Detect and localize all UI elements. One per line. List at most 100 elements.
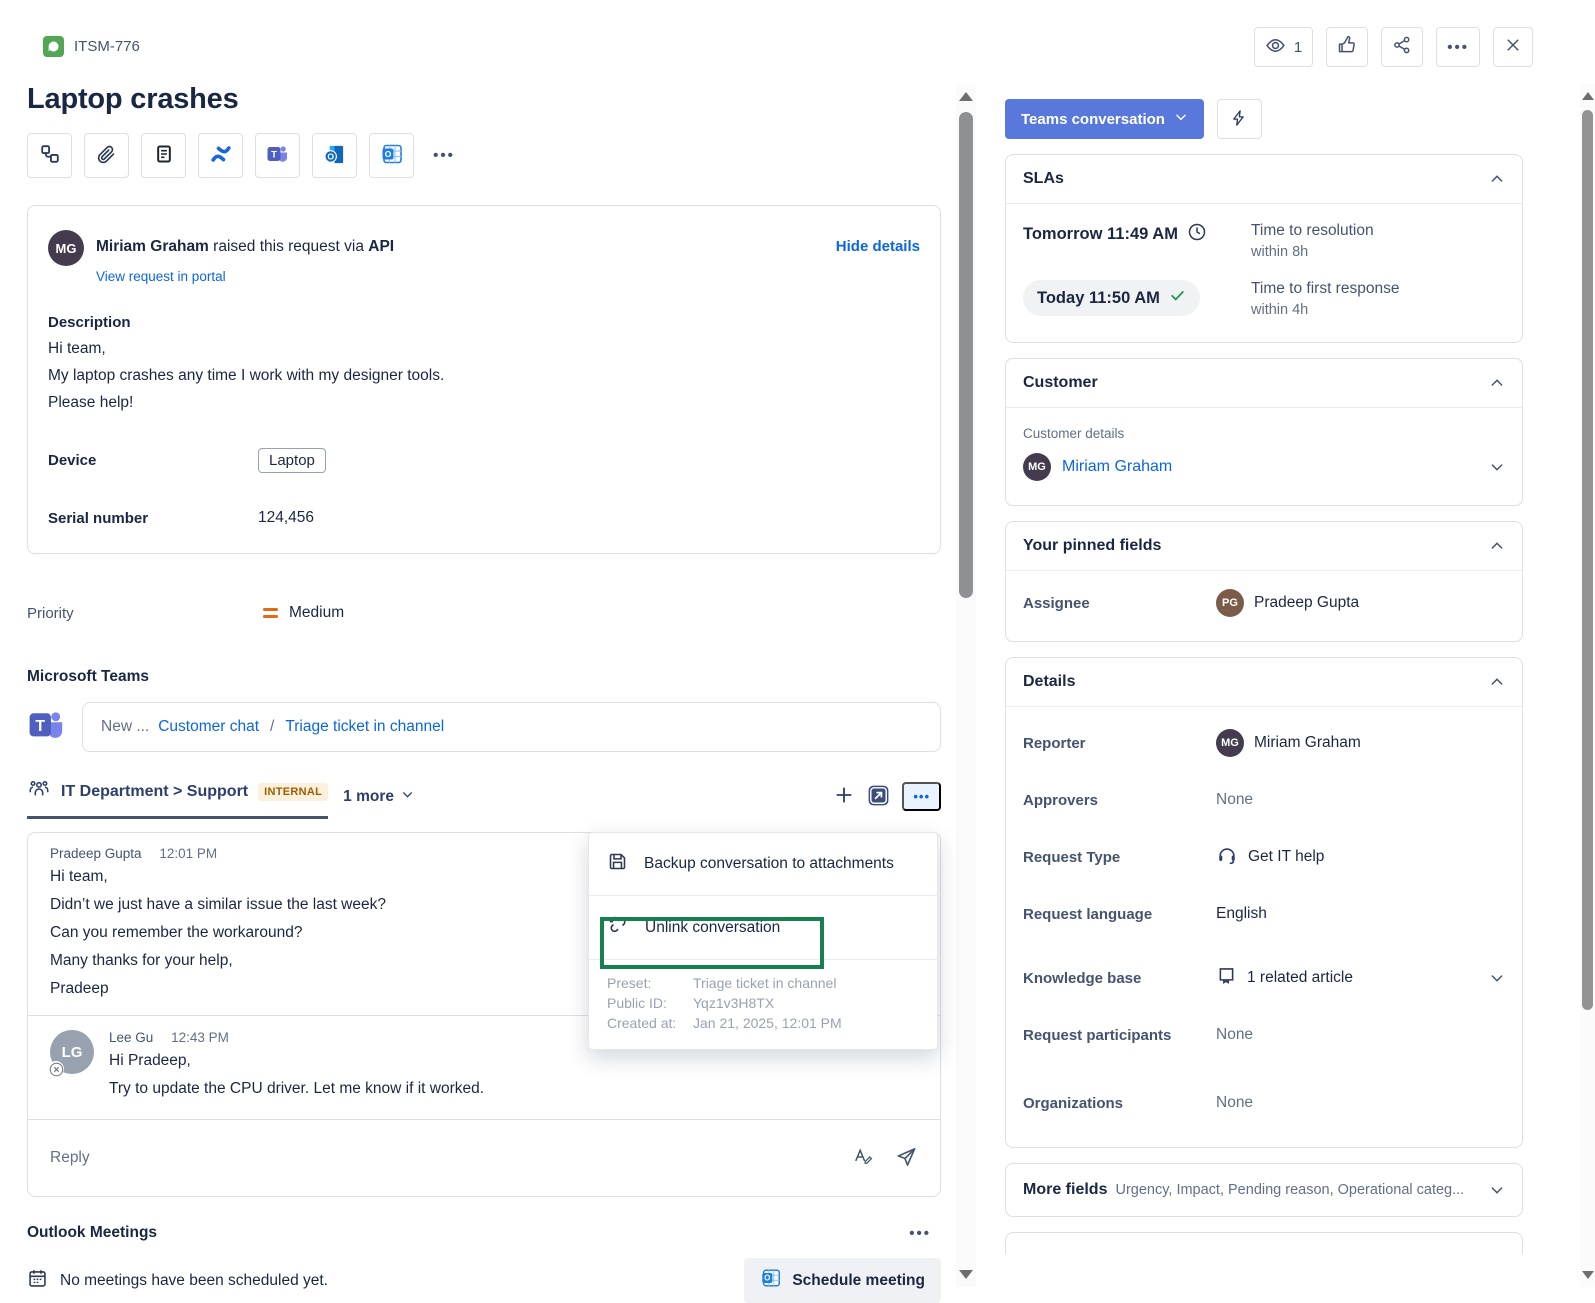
- field-value[interactable]: 1 related article: [1216, 965, 1505, 991]
- save-icon: [607, 851, 628, 877]
- meta-label: Created at:: [607, 1013, 693, 1033]
- menu-item-backup-conversation[interactable]: Backup conversation to attachments: [589, 833, 937, 895]
- chevron-up-icon[interactable]: [1489, 674, 1505, 690]
- ellipsis-icon: •••: [1447, 39, 1469, 56]
- more-channels-dropdown[interactable]: 1 more: [343, 788, 414, 806]
- field-value[interactable]: MG Miriam Graham: [1216, 729, 1505, 757]
- send-icon: [895, 1145, 918, 1171]
- scroll-up-arrow[interactable]: [959, 92, 973, 101]
- customer-name-link[interactable]: Miriam Graham: [1062, 458, 1172, 476]
- field-row-approvers: Approvers None: [1023, 786, 1505, 814]
- outlook-more-button[interactable]: •••: [909, 1225, 931, 1242]
- triage-ticket-link[interactable]: Triage ticket in channel: [285, 718, 444, 736]
- field-value[interactable]: Get IT help: [1216, 844, 1505, 871]
- conversation-more-button[interactable]: •••: [902, 782, 941, 811]
- raised-text: raised this request via: [213, 238, 364, 255]
- toolbar-more-button[interactable]: •••: [426, 133, 462, 178]
- field-row-request-language: Request language English: [1023, 900, 1505, 928]
- page-scrollbar[interactable]: [1580, 84, 1595, 1287]
- reply-input[interactable]: Reply: [50, 1149, 852, 1167]
- forms-button[interactable]: [141, 133, 186, 178]
- share-button[interactable]: [1381, 27, 1423, 67]
- schedule-meeting-button[interactable]: O Schedule meeting: [744, 1258, 941, 1303]
- view-request-portal-link[interactable]: View request in portal: [96, 269, 226, 284]
- field-value[interactable]: English: [1216, 905, 1505, 923]
- field-value[interactable]: None: [1216, 1094, 1505, 1112]
- chevron-up-icon[interactable]: [1489, 538, 1505, 554]
- channel-tab[interactable]: IT Department > Support INTERNAL: [27, 778, 328, 819]
- chevron-down-icon[interactable]: [1489, 459, 1505, 475]
- scroll-down-arrow[interactable]: [959, 1270, 973, 1279]
- svg-text:O: O: [327, 151, 334, 161]
- field-row-reporter: Reporter MG Miriam Graham: [1023, 729, 1505, 757]
- teams-button[interactable]: T: [255, 133, 300, 178]
- send-button[interactable]: [895, 1145, 918, 1171]
- add-message-button[interactable]: [833, 784, 855, 809]
- device-value-chip[interactable]: Laptop: [258, 448, 326, 473]
- book-icon: [1216, 965, 1237, 991]
- attach-button[interactable]: [84, 133, 129, 178]
- slas-card-header[interactable]: SLAs: [1006, 155, 1522, 203]
- teams-conversation-label: Teams conversation: [1021, 111, 1165, 128]
- outlook-calendar-button[interactable]: O: [369, 133, 414, 178]
- serial-number-value[interactable]: 124,456: [258, 509, 314, 527]
- customer-row[interactable]: MG Miriam Graham: [1023, 453, 1505, 481]
- slas-card: SLAs Tomorrow 11:49 AM Time to resolutio…: [1005, 154, 1523, 343]
- reporter-name: Miriam Graham: [96, 238, 209, 255]
- conversation-context-menu: Backup conversation to attachments Unlin…: [588, 832, 938, 1050]
- pinned-fields-header[interactable]: Your pinned fields: [1006, 522, 1522, 570]
- close-button[interactable]: [1493, 27, 1533, 67]
- breadcrumb[interactable]: ITSM-776: [43, 36, 941, 57]
- service-request-icon: [43, 36, 64, 57]
- automation-button[interactable]: [1217, 99, 1262, 139]
- message-author[interactable]: Lee Gu: [109, 1030, 153, 1045]
- more-actions-button[interactable]: •••: [1436, 27, 1480, 67]
- field-value[interactable]: None: [1216, 1026, 1505, 1044]
- format-text-button[interactable]: [852, 1147, 875, 1170]
- new-conversation-label[interactable]: New ...: [101, 718, 149, 736]
- details-heading: Details: [1023, 673, 1075, 691]
- more-fields-card[interactable]: More fields Urgency, Impact, Pending rea…: [1005, 1163, 1523, 1217]
- message-time: 12:43 PM: [171, 1030, 229, 1045]
- add-child-issue-button[interactable]: [27, 133, 72, 178]
- clock-icon: [1187, 222, 1207, 247]
- scroll-up-arrow[interactable]: [1582, 92, 1594, 100]
- outlook-calendar-icon: O: [760, 1267, 782, 1294]
- scrollbar-thumb[interactable]: [1582, 110, 1593, 1010]
- message-author[interactable]: Pradeep Gupta: [50, 846, 142, 861]
- pinned-fields-heading: Your pinned fields: [1023, 537, 1161, 555]
- ellipsis-icon: •••: [433, 147, 455, 164]
- menu-item-unlink-conversation[interactable]: Unlink conversation: [589, 896, 937, 959]
- scrollbar-thumb[interactable]: [959, 112, 973, 598]
- ellipsis-icon: •••: [909, 1225, 931, 1242]
- avatar: MG: [1216, 729, 1244, 757]
- chevron-down-icon[interactable]: [1489, 1182, 1505, 1198]
- main-scrollbar[interactable]: [956, 84, 976, 1287]
- customer-card-header[interactable]: Customer: [1006, 359, 1522, 407]
- svg-text:T: T: [271, 150, 277, 161]
- headset-icon: [1216, 844, 1238, 871]
- field-value[interactable]: None: [1216, 791, 1505, 809]
- channel-name[interactable]: IT Department > Support: [61, 783, 248, 801]
- chevron-down-icon: [1174, 110, 1188, 128]
- hide-details-link[interactable]: Hide details: [836, 238, 920, 255]
- toolbar: T O O •••: [27, 133, 941, 178]
- sla-target: within 8h: [1251, 244, 1374, 260]
- assignee-value[interactable]: PG Pradeep Gupta: [1216, 589, 1505, 617]
- scroll-down-arrow[interactable]: [1582, 1271, 1594, 1279]
- teams-conversation-button[interactable]: Teams conversation: [1005, 99, 1204, 139]
- outlook-button[interactable]: O: [312, 133, 357, 178]
- issue-key[interactable]: ITSM-776: [74, 38, 140, 55]
- chevron-up-icon[interactable]: [1489, 375, 1505, 391]
- priority-value[interactable]: Medium: [289, 604, 344, 622]
- details-card-header[interactable]: Details: [1006, 658, 1522, 706]
- confluence-button[interactable]: [198, 133, 243, 178]
- chevron-up-icon[interactable]: [1489, 171, 1505, 187]
- customer-chat-link[interactable]: Customer chat: [158, 718, 259, 736]
- field-label: Organizations: [1023, 1095, 1216, 1112]
- watch-button[interactable]: 1: [1254, 27, 1313, 67]
- open-in-teams-button[interactable]: [866, 783, 891, 811]
- chevron-down-icon[interactable]: [1489, 970, 1505, 986]
- child-link-icon: [39, 143, 61, 168]
- like-button[interactable]: [1326, 27, 1368, 67]
